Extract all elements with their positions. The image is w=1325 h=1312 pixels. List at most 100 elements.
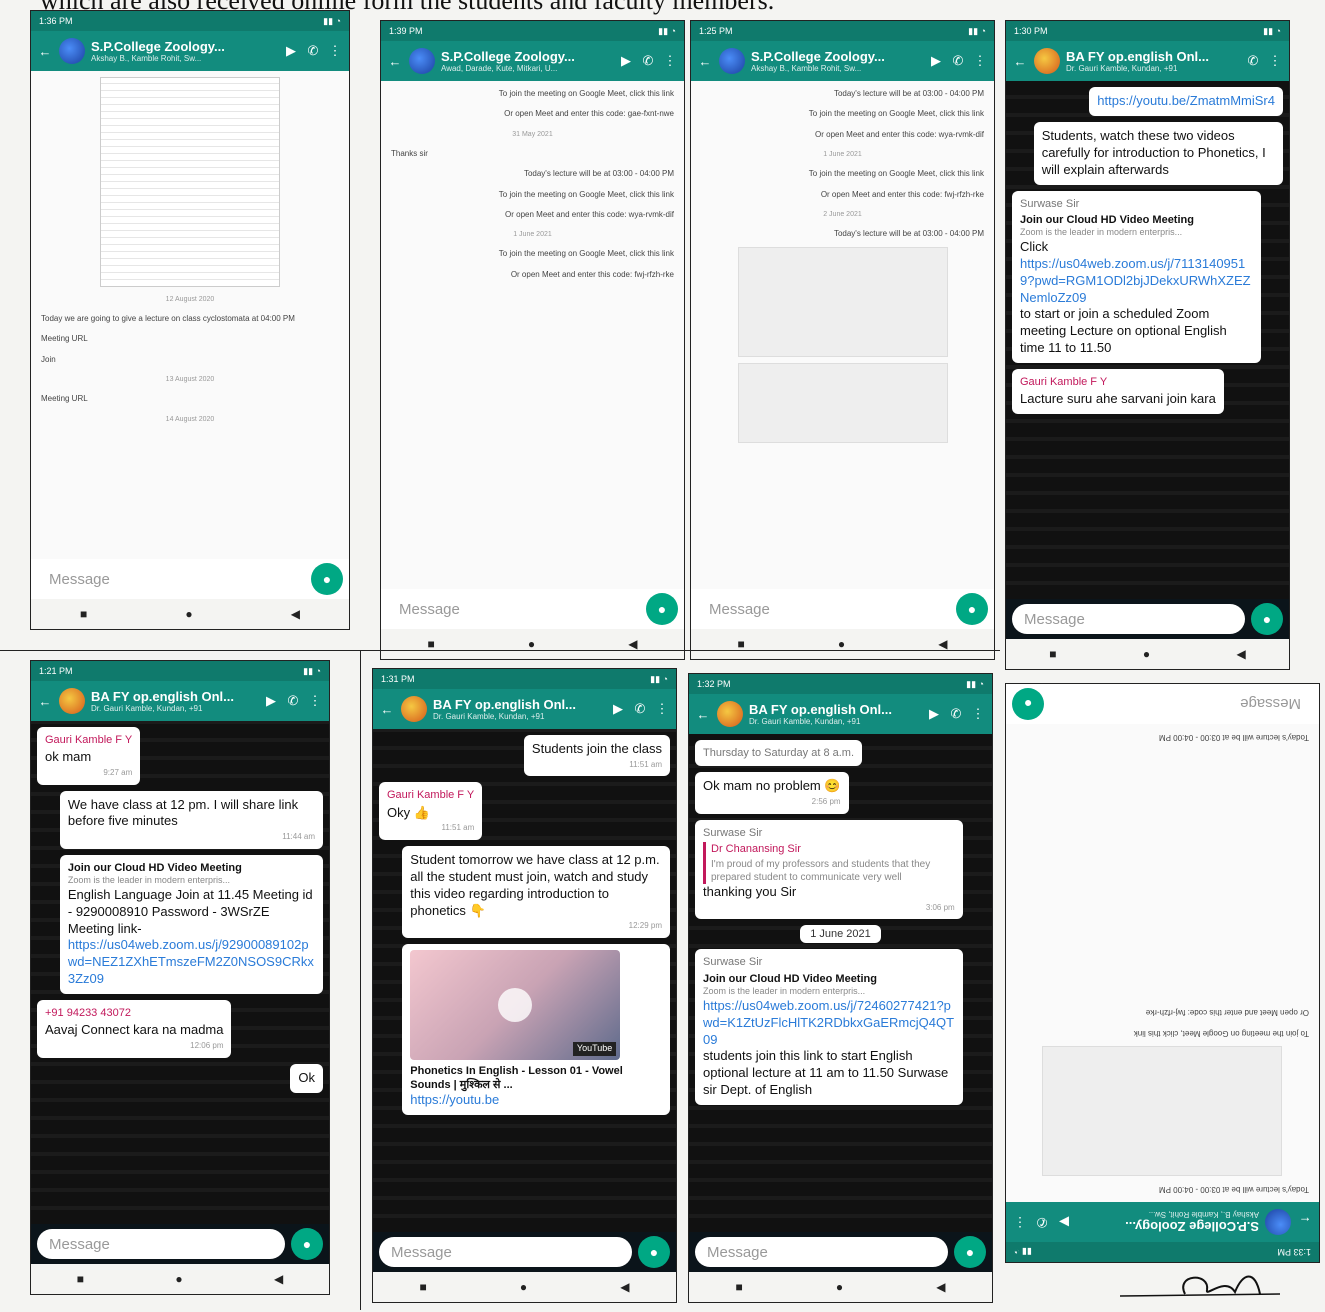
- message-link[interactable]: https://youtu.be/ZmatmMmiSr4: [1097, 93, 1275, 108]
- youtube-link-message[interactable]: YouTube Phonetics In English - Lesson 01…: [402, 943, 670, 1116]
- message-input[interactable]: Message: [1050, 689, 1313, 719]
- home-icon[interactable]: ●: [528, 637, 535, 651]
- back-arrow-icon[interactable]: ←: [1012, 54, 1028, 69]
- message-bubble[interactable]: Meeting URL: [37, 392, 92, 406]
- message-input[interactable]: Message: [379, 1237, 632, 1267]
- home-icon[interactable]: ●: [520, 1280, 527, 1294]
- message-bubble[interactable]: To join the meeting on Google Meet, clic…: [805, 167, 988, 181]
- message-input[interactable]: Message: [387, 594, 640, 624]
- message-bubble[interactable]: Students join the class 11:51 am: [523, 735, 670, 777]
- message-bubble[interactable]: To join the meeting on Google Meet, clic…: [1130, 1025, 1313, 1039]
- video-call-icon[interactable]: ▶: [263, 693, 279, 709]
- back-icon[interactable]: ◀: [1237, 647, 1246, 661]
- diagram-image[interactable]: [1042, 1045, 1283, 1176]
- mic-icon[interactable]: ●: [311, 563, 343, 595]
- chat-area[interactable]: Today's lecture will be at 03:00 - 04:00…: [691, 81, 994, 589]
- mic-icon[interactable]: ●: [646, 593, 678, 625]
- back-arrow-icon[interactable]: ←: [697, 54, 713, 69]
- recents-icon[interactable]: ■: [77, 1272, 84, 1286]
- recents-icon[interactable]: ■: [80, 607, 87, 621]
- message-bubble[interactable]: Today's lecture will be at 03:00 - 04:00…: [1155, 730, 1313, 744]
- message-bubble[interactable]: Or open Meet and enter this code: gae-fx…: [500, 107, 678, 121]
- chat-area[interactable]: 12 August 2020 Today we are going to giv…: [31, 71, 349, 559]
- message-bubble[interactable]: Or open Meet and enter this code: fwj-rf…: [1142, 1005, 1313, 1019]
- message-bubble[interactable]: Students, watch these two videos careful…: [1033, 121, 1283, 185]
- more-options-icon[interactable]: ⋮: [327, 43, 343, 59]
- message-bubble[interactable]: +91 94233 43072 Aavaj Connect kara na ma…: [37, 1000, 232, 1058]
- back-arrow-icon[interactable]: ←: [387, 54, 403, 69]
- chat-title-block[interactable]: BA FY op.english Onl... Dr. Gauri Kamble…: [1066, 49, 1239, 73]
- phone-call-icon[interactable]: ✆: [1245, 53, 1261, 69]
- quoted-message[interactable]: Dr Chanansing Sir I'm proud of my profes…: [703, 841, 955, 885]
- group-avatar[interactable]: [59, 688, 85, 714]
- message-bubble[interactable]: Gauri Kamble F Y Oky 👍 11:51 am: [379, 782, 483, 840]
- back-arrow-icon[interactable]: ←: [37, 694, 53, 709]
- more-options-icon[interactable]: ⋮: [307, 693, 323, 709]
- message-bubble[interactable]: Gauri Kamble F Y ok mam 9:27 am: [37, 727, 141, 785]
- message-bubble[interactable]: Meeting URL: [37, 332, 92, 346]
- phone-call-icon[interactable]: ✆: [950, 53, 966, 69]
- chat-area[interactable]: Gauri Kamble F Y ok mam 9:27 am We have …: [31, 721, 329, 1224]
- message-bubble[interactable]: Or open Meet and enter this code: wya-rv…: [811, 128, 988, 142]
- mic-icon[interactable]: ●: [954, 1236, 986, 1268]
- more-options-icon[interactable]: ⋮: [972, 53, 988, 69]
- mic-icon[interactable]: ●: [291, 1228, 323, 1260]
- message-input[interactable]: Message: [1012, 604, 1245, 634]
- video-call-icon[interactable]: ▶: [1056, 1214, 1072, 1230]
- video-call-icon[interactable]: ▶: [926, 706, 942, 722]
- back-arrow-icon[interactable]: ←: [695, 707, 711, 722]
- home-icon[interactable]: ●: [838, 637, 845, 651]
- phone-call-icon[interactable]: ✆: [1034, 1214, 1050, 1230]
- mic-icon[interactable]: ●: [638, 1236, 670, 1268]
- message-bubble[interactable]: To join the meeting on Google Meet, clic…: [495, 247, 678, 261]
- group-avatar[interactable]: [717, 701, 743, 727]
- link-preview-title[interactable]: Join our Cloud HD Video Meeting: [1020, 213, 1253, 227]
- phone-call-icon[interactable]: ✆: [948, 706, 964, 722]
- link-preview-title[interactable]: Join our Cloud HD Video Meeting: [703, 972, 955, 986]
- chat-area[interactable]: https://youtu.be/ZmatmMmiSr4 Students, w…: [1006, 81, 1289, 599]
- more-options-icon[interactable]: ⋮: [662, 53, 678, 69]
- message-bubble[interactable]: Today's lecture will be at 03:00 - 04:00…: [830, 87, 988, 101]
- chat-title-block[interactable]: S.P.College Zoology... Akshay B., Kamble…: [91, 39, 277, 63]
- group-avatar[interactable]: [1265, 1209, 1291, 1235]
- group-avatar[interactable]: [59, 38, 85, 64]
- group-avatar[interactable]: [401, 696, 427, 722]
- video-call-icon[interactable]: ▶: [610, 701, 626, 717]
- document-preview[interactable]: [100, 77, 280, 287]
- mic-icon[interactable]: ●: [956, 593, 988, 625]
- message-bubble[interactable]: Thursday to Saturday at 8 a.m.: [695, 740, 863, 767]
- message-bubble[interactable]: Thanks sir: [387, 147, 432, 161]
- chat-title-block[interactable]: S.P.College Zoology... Akshay B., Kamble…: [1078, 1210, 1259, 1234]
- diagram-image[interactable]: [737, 363, 948, 444]
- back-icon[interactable]: ◀: [628, 637, 637, 651]
- chat-title-block[interactable]: S.P.College Zoology... Akshay B., Kamble…: [751, 49, 922, 73]
- message-bubble[interactable]: Today's lecture will be at 03:00 - 04:00…: [830, 227, 988, 241]
- recents-icon[interactable]: ■: [736, 1280, 743, 1294]
- message-bubble[interactable]: To join the meeting on Google Meet, clic…: [495, 188, 678, 202]
- zoom-meeting-link[interactable]: https://us04web.zoom.us/j/72460277421?pw…: [703, 998, 955, 1049]
- recents-icon[interactable]: ■: [420, 1280, 427, 1294]
- zoom-meeting-link[interactable]: https://us04web.zoom.us/j/71131409519?pw…: [1020, 256, 1253, 307]
- message-bubble[interactable]: To join the meeting on Google Meet, clic…: [495, 87, 678, 101]
- video-call-icon[interactable]: ▶: [283, 43, 299, 59]
- message-bubble[interactable]: Or open Meet and enter this code: fwj-rf…: [817, 188, 988, 202]
- back-icon[interactable]: ◀: [274, 1272, 283, 1286]
- group-avatar[interactable]: [719, 48, 745, 74]
- message-input[interactable]: Message: [697, 594, 950, 624]
- message-bubble[interactable]: https://youtu.be/ZmatmMmiSr4: [1089, 87, 1283, 116]
- back-icon[interactable]: ◀: [938, 637, 947, 651]
- message-bubble[interactable]: Gauri Kamble F Y Lacture suru ahe sarvan…: [1012, 369, 1224, 415]
- message-bubble[interactable]: Join: [37, 353, 60, 367]
- video-title[interactable]: Phonetics In English - Lesson 01 - Vowel…: [410, 1064, 662, 1093]
- recents-icon[interactable]: ■: [428, 637, 435, 651]
- home-icon[interactable]: ●: [836, 1280, 843, 1294]
- more-options-icon[interactable]: ⋮: [1267, 53, 1283, 69]
- video-call-icon[interactable]: ▶: [618, 53, 634, 69]
- message-bubble[interactable]: Student tomorrow we have class at 12 p.m…: [402, 845, 670, 938]
- message-bubble[interactable]: Or open Meet and enter this code: fwj-rf…: [507, 268, 678, 282]
- video-call-icon[interactable]: ▶: [928, 53, 944, 69]
- phone-call-icon[interactable]: ✆: [640, 53, 656, 69]
- message-bubble[interactable]: Surwase Sir Dr Chanansing Sir I'm proud …: [695, 819, 963, 920]
- video-thumbnail[interactable]: YouTube: [410, 949, 621, 1060]
- message-bubble[interactable]: Today's lecture will be at 03:00 - 04:00…: [520, 167, 678, 181]
